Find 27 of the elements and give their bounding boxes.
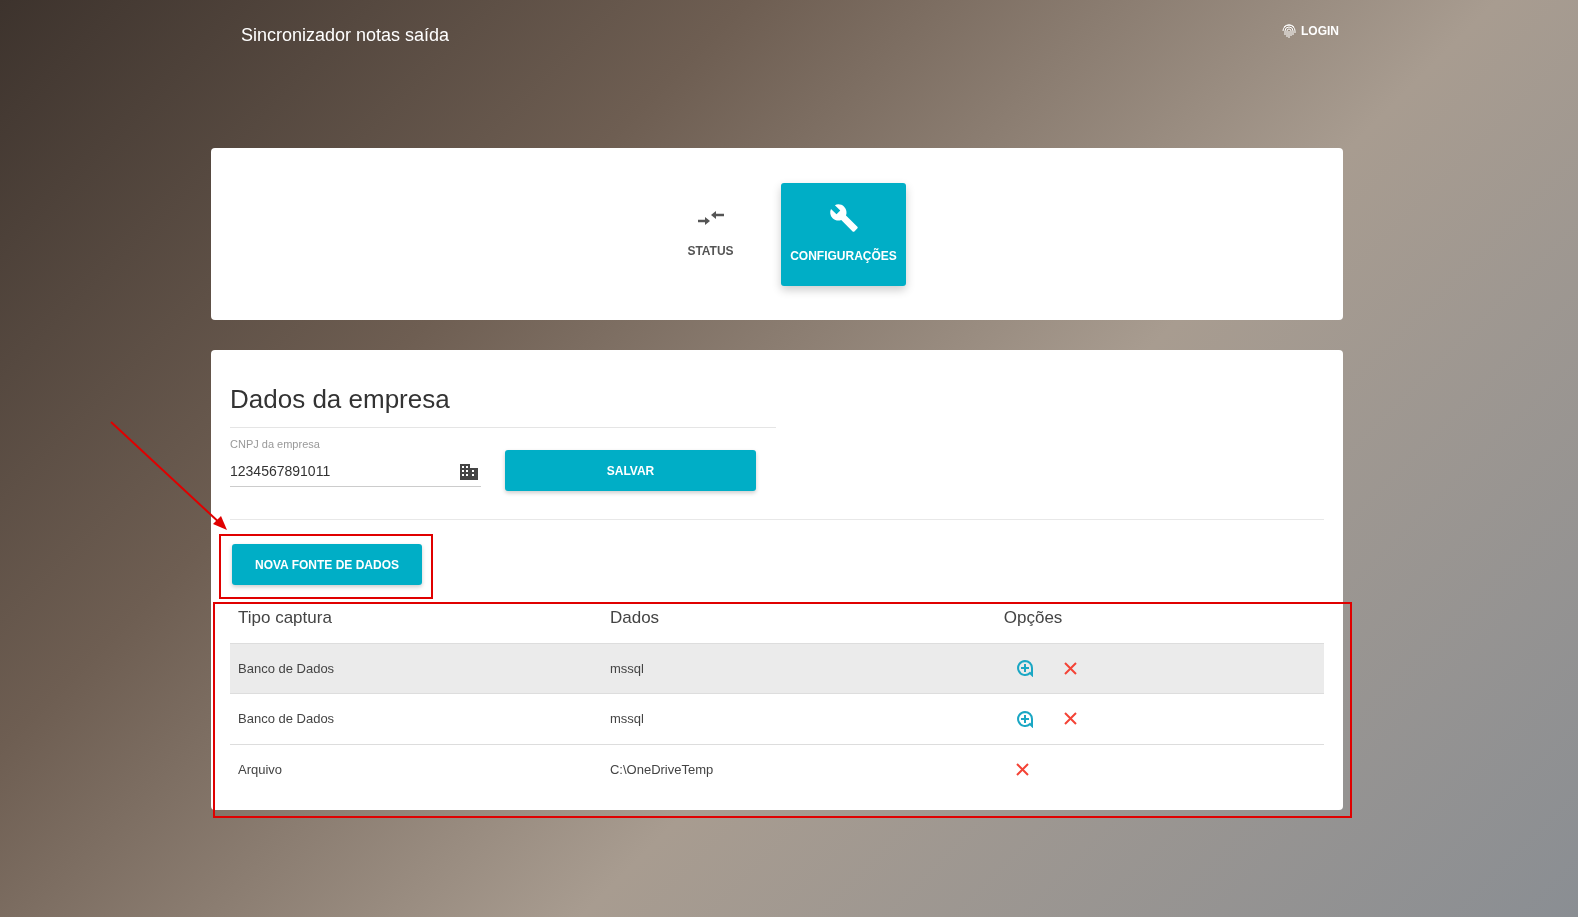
table-cell: mssql [609,711,644,727]
wrench-icon [828,203,859,233]
section-heading: Dados da empresa [230,376,776,429]
column-header: Tipo captura [230,593,602,644]
table-cell: mssql [609,660,644,676]
save-button[interactable]: SALVAR [505,450,756,492]
tab[interactable]: CONFIGURAÇÕES [781,182,906,286]
tab[interactable]: STATUS [648,182,773,286]
new-data-source-button[interactable]: NOVA FONTE DE DADOS [232,544,422,586]
table-cell: C:\OneDriveTemp [609,761,714,777]
add-icon[interactable] [1015,709,1034,728]
delete-icon[interactable] [1015,762,1029,776]
arrows-icon [696,208,725,228]
table-cell: Banco de Dados [238,711,335,727]
building-icon [459,462,479,481]
table-cell: Banco de Dados [238,660,335,676]
column-header: Opções [995,593,1324,644]
field-label: CNPJ da empresa [230,437,321,453]
table-cell: Arquivo [238,761,283,777]
delete-icon[interactable] [1063,661,1077,675]
fingerprint-icon [1281,23,1297,39]
app-title: Sincronizador notas saída [241,24,450,47]
login-link[interactable]: LOGIN [1281,22,1339,40]
add-icon[interactable] [1015,659,1034,678]
cnpj-input-field[interactable]: 1234567891011 [230,456,481,487]
column-header: Dados [601,593,996,644]
delete-icon[interactable] [1063,712,1077,726]
